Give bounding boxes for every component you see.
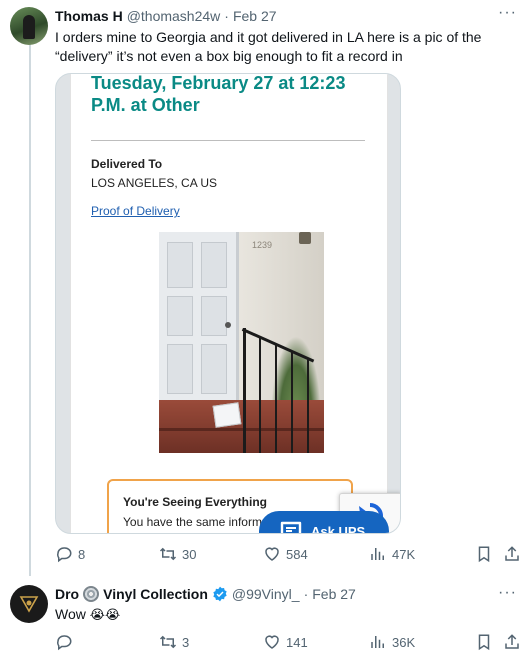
like-icon — [265, 547, 279, 561]
share-icon — [505, 634, 519, 649]
share-button[interactable] — [503, 633, 521, 651]
reply-button[interactable] — [55, 633, 78, 651]
like-count: 584 — [286, 546, 308, 562]
reply-icon — [57, 547, 72, 563]
like-button[interactable]: 584 — [263, 545, 308, 563]
share-icon — [505, 546, 519, 561]
like-button[interactable]: 141 — [263, 633, 308, 651]
divider — [91, 140, 365, 141]
views-icon — [371, 548, 384, 560]
like-count: 141 — [286, 634, 308, 650]
vinyl-disc-icon — [83, 586, 100, 602]
share-button[interactable] — [503, 545, 521, 563]
avatar[interactable] — [10, 7, 48, 45]
reply-icon — [57, 635, 72, 651]
tweet-text-body: Wow — [55, 606, 86, 622]
delivered-to-label: Delivered To — [91, 157, 163, 171]
retweet-count: 3 — [182, 634, 190, 650]
ask-ups-label: Ask UPS — [311, 523, 366, 534]
tweet-header: Thomas H @thomash24w · Feb 27 — [55, 6, 277, 26]
verified-icon — [213, 586, 227, 602]
ups-tracking-screenshot: Tuesday, February 27 at 12:23 P.M. at Ot… — [70, 73, 388, 533]
bookmark-button[interactable] — [475, 545, 493, 563]
like-icon — [265, 635, 279, 649]
info-title: You're Seeing Everything — [123, 495, 267, 509]
delivered-to-city: LOS ANGELES, CA US — [91, 176, 218, 190]
views-button[interactable]: 36K — [369, 633, 415, 651]
avatar[interactable] — [10, 585, 48, 623]
user-handle[interactable]: @thomash24w — [127, 8, 221, 24]
tweet-text: Wow 😭😭 — [55, 605, 517, 624]
bookmark-icon — [478, 546, 490, 563]
bookmark-icon — [478, 634, 490, 651]
package — [212, 402, 242, 428]
tweet-text: I orders mine to Georgia and it got deli… — [55, 29, 482, 64]
more-options-button[interactable]: ··· — [498, 4, 517, 22]
retweet-count: 30 — [182, 546, 197, 562]
tweet-actions: 3 141 36K — [55, 633, 525, 653]
delivery-date: Tuesday, February 27 at 12:23 P.M. at Ot… — [91, 73, 346, 115]
crying-emoji: 😭😭 — [89, 607, 121, 622]
views-count: 36K — [392, 634, 416, 650]
tweet-header: Dro Vinyl Collection @99Vinyl_ · Feb 27 — [55, 584, 356, 604]
reply-count: 8 — [78, 546, 86, 562]
separator-dot: · — [224, 8, 229, 24]
ask-ups-button: Ask UPS — [259, 511, 389, 534]
tweet-date[interactable]: Feb 27 — [233, 8, 277, 24]
proof-of-delivery-link: Proof of Delivery — [91, 204, 180, 218]
info-body: You have the same informat — [123, 515, 272, 529]
thread-connector — [29, 44, 31, 576]
tweet-actions: 8 30 584 47K — [55, 545, 525, 565]
tweet-media-image[interactable]: Tuesday, February 27 at 12:23 P.M. at Ot… — [55, 73, 401, 534]
tweet-date[interactable]: Feb 27 — [312, 586, 356, 602]
display-name-part2[interactable]: Vinyl Collection — [103, 586, 208, 602]
retweet-icon — [159, 635, 177, 649]
display-name[interactable]: Thomas H — [55, 8, 123, 24]
user-handle[interactable]: @99Vinyl_ — [232, 586, 300, 602]
bookmark-button[interactable] — [475, 633, 493, 651]
views-count: 47K — [392, 546, 416, 562]
chat-icon — [280, 521, 302, 533]
retweet-button[interactable]: 3 — [159, 633, 189, 651]
views-button[interactable]: 47K — [369, 545, 415, 563]
retweet-button[interactable]: 30 — [159, 545, 196, 563]
more-options-button[interactable]: ··· — [498, 584, 517, 602]
separator-dot: · — [303, 586, 309, 602]
reply-button[interactable]: 8 — [55, 545, 85, 563]
delivery-photo: 1239 — [159, 232, 324, 453]
house-number: 1239 — [252, 240, 273, 250]
views-icon — [371, 636, 384, 648]
display-name-part1[interactable]: Dro — [55, 586, 79, 602]
retweet-icon — [159, 547, 177, 561]
